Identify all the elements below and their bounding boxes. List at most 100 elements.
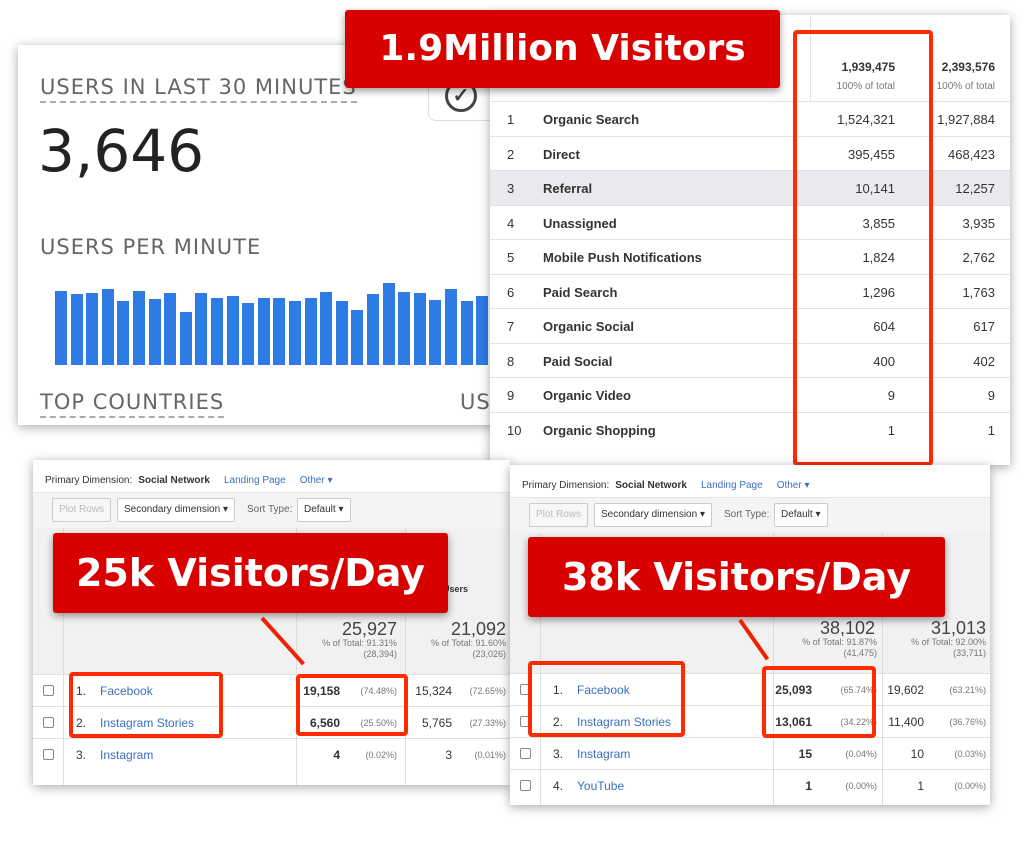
bar bbox=[476, 295, 489, 365]
channel-name: Direct bbox=[543, 146, 580, 162]
row-index: 9 bbox=[507, 388, 515, 403]
row-checkbox[interactable] bbox=[43, 717, 54, 728]
sort-type-dropdown[interactable]: Default ▾ bbox=[297, 498, 351, 522]
users-per-minute-label: USERS PER MINUTE bbox=[40, 235, 262, 259]
social-network-link[interactable]: Instagram bbox=[577, 747, 630, 761]
total-new-users: 25,927 bbox=[341, 619, 397, 639]
realtime-card: USERS IN LAST 30 MINUTES 3,646 ✓ USERS P… bbox=[18, 45, 498, 425]
secondary-dimension-dropdown[interactable]: Secondary dimension ▾ bbox=[117, 498, 235, 522]
bar bbox=[164, 292, 177, 365]
secondary-dimension-label: Secondary dimension bbox=[601, 509, 698, 520]
new-users-pct: (0.00%) bbox=[845, 781, 877, 791]
secondary-dimension-label: Secondary dimension bbox=[124, 504, 221, 515]
primary-dimension-label: Primary Dimension: bbox=[522, 480, 610, 491]
million-visitors-label: 1.9Million Visitors bbox=[345, 10, 780, 88]
row-index: 2 bbox=[507, 146, 515, 162]
channel-name: Organic Search bbox=[543, 112, 640, 127]
plot-rows-button[interactable]: Plot Rows bbox=[529, 503, 589, 527]
row-checkbox[interactable] bbox=[520, 748, 531, 759]
tab-social-network[interactable]: Social Network bbox=[615, 480, 687, 491]
total-users: 31,013 bbox=[930, 618, 986, 638]
bar bbox=[382, 283, 395, 365]
sort-type-label: Sort Type: bbox=[247, 504, 293, 515]
row-checkbox[interactable] bbox=[520, 780, 531, 791]
tab-other[interactable]: Other bbox=[777, 480, 802, 491]
row-index: 3. bbox=[76, 748, 87, 762]
sessions-value: 1 bbox=[987, 422, 995, 438]
bar bbox=[133, 290, 145, 365]
total-users-pct: % of Total: 92.00% (33,711) bbox=[911, 637, 986, 658]
tab-landing-page[interactable]: Landing Page bbox=[224, 475, 286, 486]
total-users-pct: % of Total: 91.60% (23,026) bbox=[431, 638, 506, 659]
bar bbox=[320, 291, 333, 365]
bar bbox=[195, 292, 208, 365]
channel-name: Paid Social bbox=[543, 353, 613, 369]
users-last-30-label: USERS IN LAST 30 MINUTES bbox=[40, 75, 357, 103]
users-pct: (63.21%) bbox=[949, 685, 986, 695]
new-users-value: 1 bbox=[805, 779, 812, 793]
new-users-pct: (0.04%) bbox=[845, 749, 877, 759]
row-index: 8 bbox=[507, 353, 515, 369]
channel-name: Mobile Push Notifications bbox=[543, 250, 702, 265]
social-network-link[interactable]: Instagram bbox=[100, 748, 153, 762]
users-value: 1 bbox=[917, 779, 924, 793]
total-sessions: 2,393,576 bbox=[941, 60, 995, 74]
channel-name: Unassigned bbox=[543, 215, 617, 231]
bar bbox=[101, 288, 114, 365]
users-pct: (72.65%) bbox=[469, 686, 506, 696]
table-row: 4. YouTube 1 (0.00%) 1 (0.00%) bbox=[510, 769, 990, 801]
sessions-value: 617 bbox=[973, 319, 995, 334]
row-index: 6 bbox=[507, 284, 515, 300]
plot-rows-button[interactable]: Plot Rows bbox=[52, 498, 112, 522]
sort-type-value: Default bbox=[781, 509, 813, 520]
sessions-value: 468,423 bbox=[948, 146, 995, 162]
sessions-value: 3,935 bbox=[962, 215, 995, 231]
users-value: 15,324 bbox=[415, 684, 452, 698]
bar bbox=[148, 299, 161, 365]
sessions-value: 1,927,884 bbox=[937, 112, 995, 127]
sessions-value: 402 bbox=[973, 353, 995, 369]
row-checkbox[interactable] bbox=[43, 685, 54, 696]
bar bbox=[335, 301, 348, 365]
bar bbox=[117, 301, 130, 365]
chevron-down-icon: ▾ bbox=[801, 480, 810, 491]
bar bbox=[460, 301, 473, 365]
tab-landing-page[interactable]: Landing Page bbox=[701, 480, 763, 491]
bar bbox=[211, 298, 223, 365]
tab-other[interactable]: Other bbox=[300, 475, 325, 486]
bar bbox=[445, 288, 457, 365]
channel-name: Organic Social bbox=[543, 319, 635, 334]
bar bbox=[257, 298, 270, 365]
row-index: 3. bbox=[553, 747, 564, 761]
users-value: 11,400 bbox=[888, 715, 924, 729]
channel-name: Organic Video bbox=[543, 388, 631, 403]
visitors-day-label-left: 25k Visitors/Day bbox=[53, 533, 448, 613]
new-users-pct: (0.02%) bbox=[365, 750, 397, 760]
new-users-value: 4 bbox=[333, 748, 340, 762]
row-index: 3 bbox=[507, 181, 515, 196]
users-value: 3 bbox=[445, 748, 452, 762]
users-pct: (0.01%) bbox=[474, 750, 506, 760]
row-index: 1 bbox=[507, 112, 515, 127]
highlight-box-values-left bbox=[296, 674, 408, 736]
bar bbox=[398, 291, 411, 365]
users-last-30-value: 3,646 bbox=[38, 117, 205, 185]
sort-type-dropdown[interactable]: Default ▾ bbox=[774, 503, 828, 527]
row-checkbox[interactable] bbox=[43, 749, 54, 760]
row-index: 7 bbox=[507, 319, 515, 334]
users-value: 19,602 bbox=[887, 683, 924, 697]
total-new-users-pct: % of Total: 91.87% (41,475) bbox=[802, 637, 877, 658]
tab-social-network[interactable]: Social Network bbox=[138, 475, 210, 486]
new-users-value: 15 bbox=[798, 747, 812, 761]
secondary-dimension-dropdown[interactable]: Secondary dimension ▾ bbox=[594, 503, 712, 527]
top-us-label: US bbox=[460, 390, 491, 414]
bar bbox=[70, 293, 83, 365]
users-pct: (36.76%) bbox=[949, 717, 986, 727]
bar bbox=[226, 295, 239, 365]
bar bbox=[55, 290, 67, 365]
top-countries-label: TOP COUNTRIES bbox=[40, 390, 225, 418]
bar bbox=[242, 303, 255, 365]
table-row: 3. Instagram 4 (0.02%) 3 (0.01%) bbox=[33, 738, 510, 770]
users-pct: (0.00%) bbox=[954, 781, 986, 791]
social-network-link[interactable]: YouTube bbox=[577, 779, 624, 793]
